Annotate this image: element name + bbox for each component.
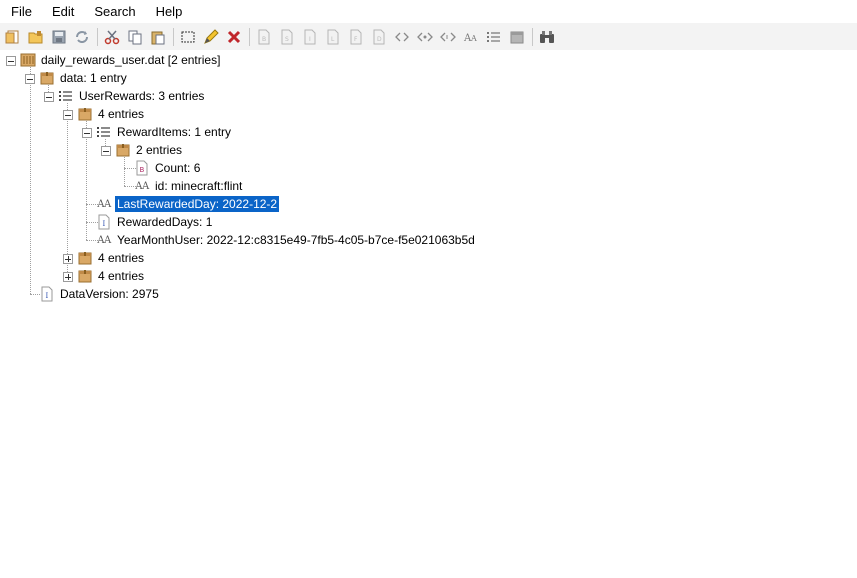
add-byte-icon[interactable]: B <box>254 27 274 47</box>
tree-node-entry1[interactable]: 4 entries <box>77 105 146 123</box>
delete-icon[interactable] <box>224 27 244 47</box>
tree-node-entry3[interactable]: 4 entries <box>77 267 146 285</box>
add-long-array-icon[interactable] <box>438 27 458 47</box>
svg-text:B: B <box>140 166 145 174</box>
string-tag-icon: AA <box>97 198 111 210</box>
add-double-icon[interactable]: D <box>369 27 389 47</box>
add-int-array-icon[interactable] <box>415 27 435 47</box>
tree-node-label: DataVersion: 2975 <box>60 287 159 301</box>
collapse-rewarditems-toggle[interactable] <box>82 128 92 138</box>
tree-node-label: data: 1 entry <box>60 71 127 85</box>
tree-node-id[interactable]: AA id: minecraft:flint <box>134 177 244 195</box>
tree-node-yearmonthuser[interactable]: AA YearMonthUser: 2022-12:c8315e49-7fb5-… <box>96 231 477 249</box>
menu-file[interactable]: File <box>0 0 42 23</box>
tree-node-data[interactable]: data: 1 entry <box>39 69 129 87</box>
add-list-icon[interactable] <box>484 27 504 47</box>
open-file-icon[interactable] <box>3 27 23 47</box>
tree-connector <box>124 157 125 186</box>
toolbar-separator <box>532 27 533 46</box>
list-icon <box>96 124 112 140</box>
tree-node-label: 4 entries <box>98 107 145 121</box>
string-tag-icon: AA <box>135 180 149 192</box>
expand-entry2-toggle[interactable] <box>63 254 73 264</box>
collapse-item-toggle[interactable] <box>101 146 111 156</box>
tree-node-label: LastRewardedDay: 2022-12-2 <box>115 196 280 212</box>
compound-icon <box>77 268 93 284</box>
toolbar-separator <box>249 27 250 46</box>
svg-text:B: B <box>262 36 266 43</box>
open-folder-icon[interactable] <box>26 27 46 47</box>
menu-edit[interactable]: Edit <box>42 0 84 23</box>
save-icon[interactable] <box>49 27 69 47</box>
tree-node-label: UserRewards: 3 entries <box>79 89 205 103</box>
byte-tag-icon: B <box>134 160 150 176</box>
svg-text:I: I <box>309 36 311 43</box>
add-long-icon[interactable]: L <box>323 27 343 47</box>
find-icon[interactable] <box>537 27 557 47</box>
tree-node-label: id: minecraft:flint <box>155 179 243 193</box>
cut-icon[interactable] <box>102 27 122 47</box>
compound-icon <box>39 70 55 86</box>
menu-search[interactable]: Search <box>84 0 145 23</box>
tree-node-label: 4 entries <box>98 251 145 265</box>
collapse-entry1-toggle[interactable] <box>63 110 73 120</box>
tree-node-userrewards[interactable]: UserRewards: 3 entries <box>58 87 206 105</box>
add-byte-array-icon[interactable] <box>392 27 412 47</box>
tree-node-label: 4 entries <box>98 269 145 283</box>
tree-node-count[interactable]: B Count: 6 <box>134 159 202 177</box>
list-icon <box>58 88 74 104</box>
compound-icon <box>115 142 131 158</box>
file-icon <box>20 52 36 68</box>
refresh-icon[interactable] <box>72 27 92 47</box>
svg-text:S: S <box>285 36 289 43</box>
collapse-userrewards-toggle[interactable] <box>44 92 54 102</box>
tree-node-label: 2 entries <box>136 143 183 157</box>
tree-node-rewarditems[interactable]: RewardItems: 1 entry <box>96 123 233 141</box>
toolbar: B S I L F D AA <box>0 23 857 50</box>
collapse-root-toggle[interactable] <box>6 56 16 66</box>
svg-text:A: A <box>470 34 477 43</box>
toolbar-separator <box>97 27 98 46</box>
edit-icon[interactable] <box>201 27 221 47</box>
tree-connector <box>67 103 68 276</box>
svg-text:I: I <box>46 292 49 300</box>
tree-connector <box>30 67 31 294</box>
add-int-icon[interactable]: I <box>300 27 320 47</box>
menu-bar: File Edit Search Help <box>0 0 857 23</box>
compound-icon <box>77 106 93 122</box>
toolbar-separator <box>173 27 174 46</box>
tree-node-label: RewardItems: 1 entry <box>117 125 232 139</box>
tree-node-entry2[interactable]: 4 entries <box>77 249 146 267</box>
add-compound-icon[interactable] <box>507 27 527 47</box>
tree-node-label: RewardedDays: 1 <box>117 215 213 229</box>
paste-icon[interactable] <box>148 27 168 47</box>
svg-text:F: F <box>354 36 358 43</box>
tree-node-label: Count: 6 <box>155 161 201 175</box>
tree-node-label: YearMonthUser: 2022-12:c8315e49-7fb5-4c0… <box>117 233 475 247</box>
svg-text:D: D <box>377 36 382 43</box>
string-tag-icon: AA <box>97 234 111 246</box>
add-short-icon[interactable]: S <box>277 27 297 47</box>
compound-icon <box>77 250 93 266</box>
svg-text:I: I <box>103 220 106 228</box>
rename-icon[interactable] <box>178 27 198 47</box>
tree-node-dataversion[interactable]: I DataVersion: 2975 <box>39 285 161 303</box>
add-float-icon[interactable]: F <box>346 27 366 47</box>
menu-help[interactable]: Help <box>146 0 193 23</box>
tree-node-lastrewardedday[interactable]: AA LastRewardedDay: 2022-12-2 <box>96 195 280 213</box>
nbt-tree[interactable]: daily_rewards_user.dat [2 entries] data:… <box>0 50 857 578</box>
tree-node-rewardeddays[interactable]: I RewardedDays: 1 <box>96 213 214 231</box>
copy-icon[interactable] <box>125 27 145 47</box>
add-string-icon[interactable]: AA <box>461 27 481 47</box>
collapse-data-toggle[interactable] <box>25 74 35 84</box>
int-tag-icon: I <box>96 214 112 230</box>
tree-node-root[interactable]: daily_rewards_user.dat [2 entries] <box>20 51 222 69</box>
tree-node-item-compound[interactable]: 2 entries <box>115 141 184 159</box>
expand-entry3-toggle[interactable] <box>63 272 73 282</box>
int-tag-icon: I <box>39 286 55 302</box>
tree-node-label: daily_rewards_user.dat [2 entries] <box>41 53 221 67</box>
